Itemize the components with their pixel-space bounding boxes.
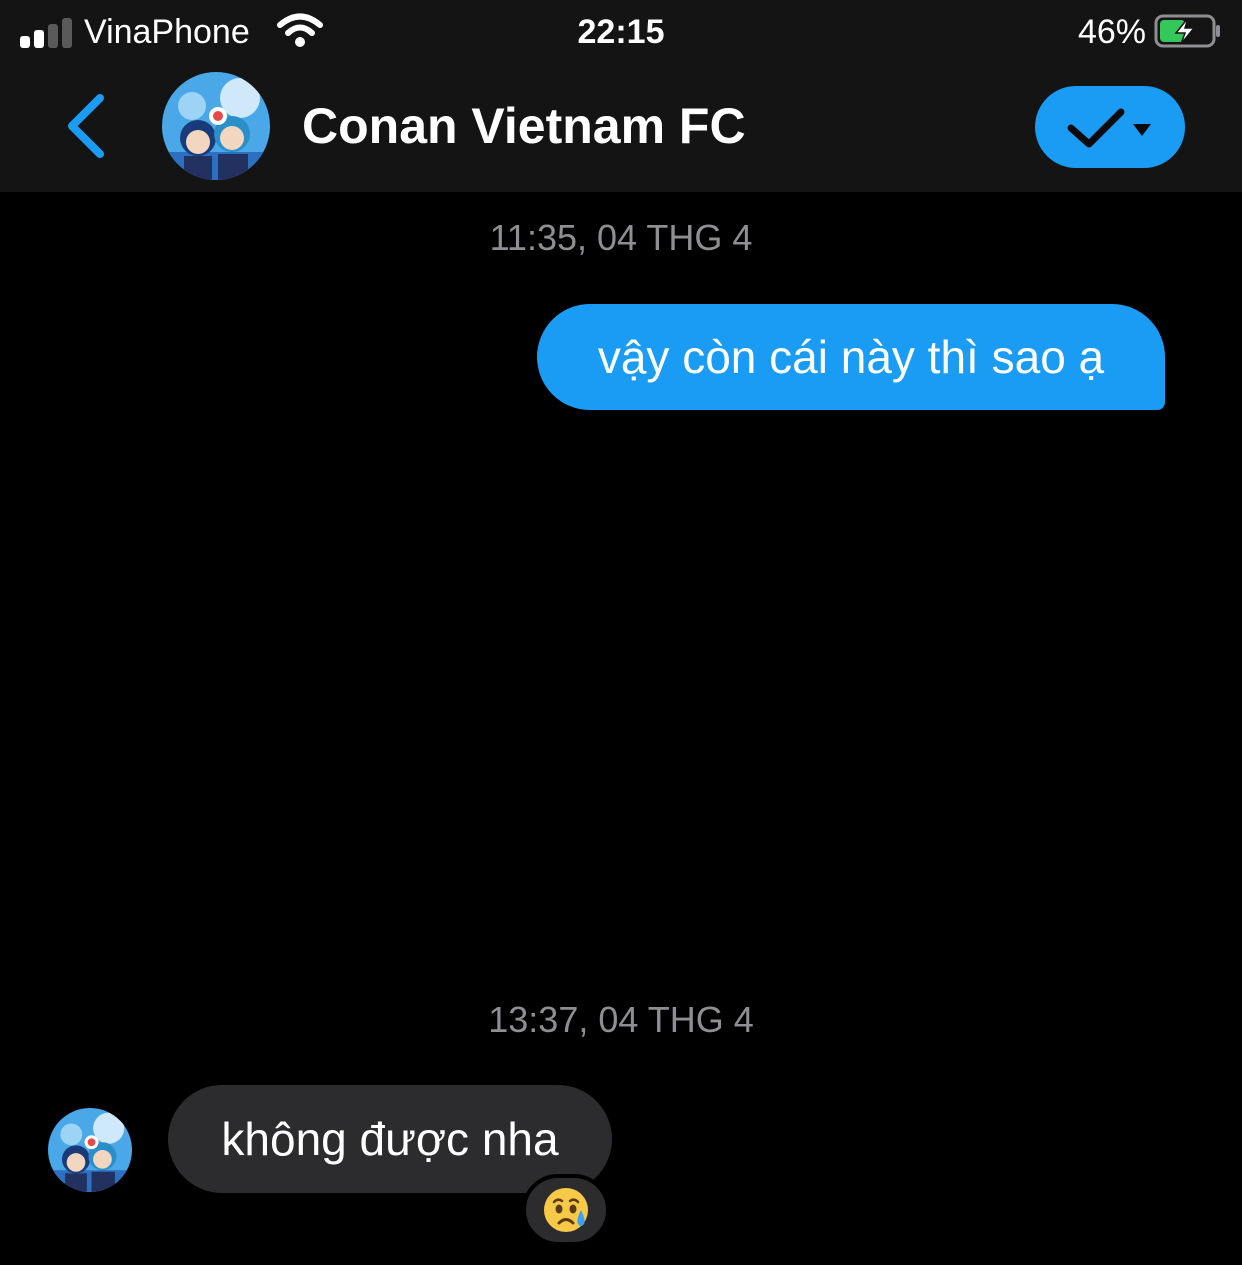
contact-name[interactable]: Conan Vietnam FC [302,96,746,156]
battery-charging-icon [1154,14,1220,48]
battery-percentage: 46% [1077,13,1146,51]
message-timestamp: 13:37, 04 THG 4 [488,999,754,1040]
sender-avatar[interactable] [48,1108,132,1192]
message-reaction[interactable] [522,1174,610,1246]
clock: 22:15 [577,13,665,51]
back-chevron-icon[interactable] [58,88,118,164]
chat-screen: VinaPhone 22:15 46% Conan Vietnam FC 11:… [0,0,1242,1265]
chat-header: Conan Vietnam FC [0,64,1242,192]
sad-sweat-emoji-icon [544,1188,588,1232]
top-bar: VinaPhone 22:15 46% Conan Vietnam FC [0,0,1242,192]
avatar-image [48,1108,132,1192]
message-text: vậy còn cái này thì sao ạ [597,331,1105,383]
message-timestamp: 11:35, 04 THG 4 [489,217,753,258]
checkmark-dropdown-icon [1067,108,1151,148]
avatar-image [162,72,270,180]
status-dropdown-button[interactable] [1035,86,1185,168]
contact-avatar[interactable] [162,72,270,180]
status-bar: VinaPhone 22:15 46% [0,0,1242,64]
outgoing-message-bubble[interactable]: vậy còn cái này thì sao ạ [537,304,1165,410]
message-text: không được nha [221,1113,559,1165]
